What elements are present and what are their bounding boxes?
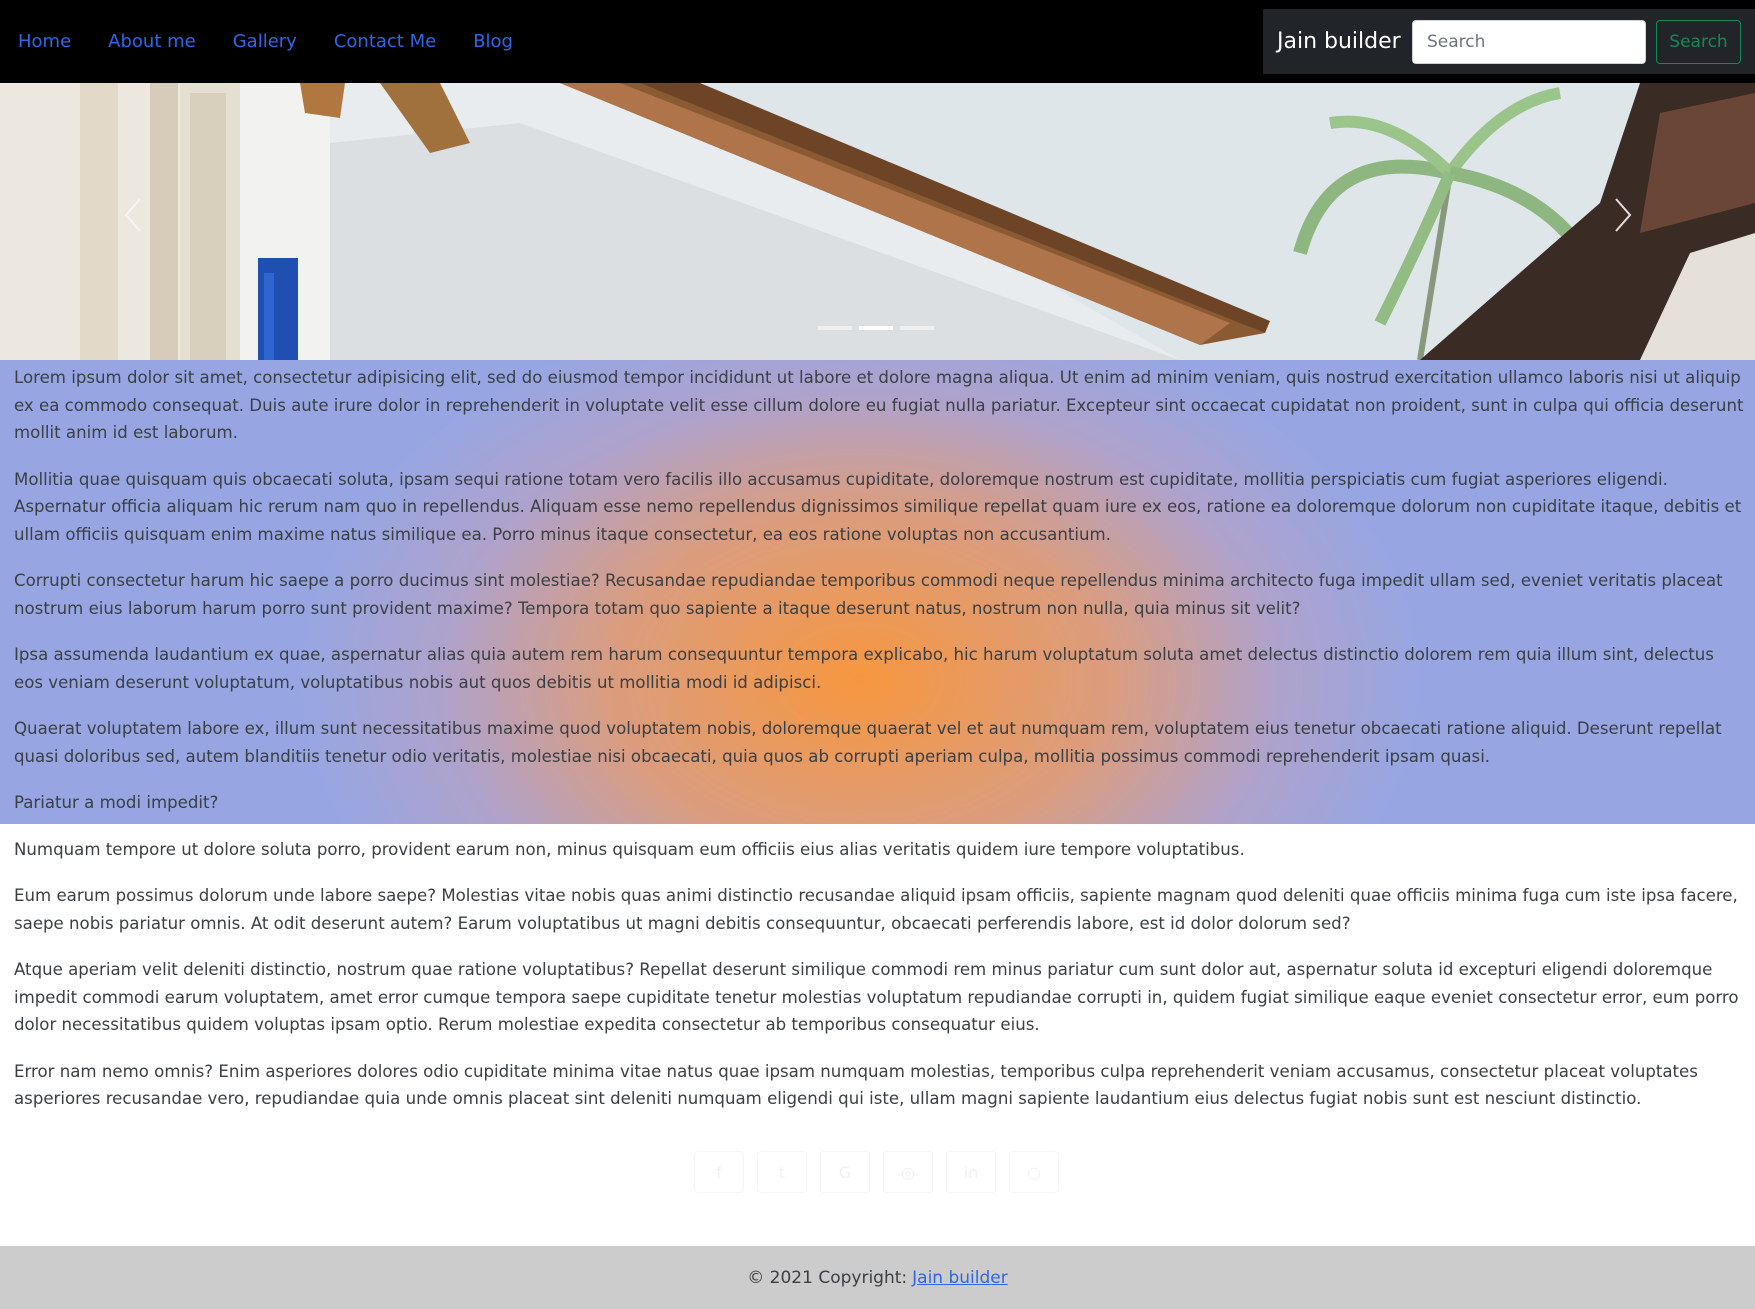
nav-link-home[interactable]: Home	[18, 31, 71, 52]
paragraph-2: Mollitia quae quisquam quis obcaecati so…	[14, 469, 1742, 544]
carousel-indicator-3[interactable]	[900, 326, 934, 330]
instagram-icon[interactable]: ◎	[883, 1151, 933, 1193]
chevron-left-icon	[124, 198, 141, 232]
social-links: f t G ◎ in ○	[694, 1151, 1072, 1193]
github-icon[interactable]: ○	[1009, 1151, 1059, 1193]
footer-link[interactable]: Jain builder	[912, 1268, 1008, 1288]
image-carousel	[0, 83, 1755, 360]
footer-copyright: © 2021 Copyright:	[747, 1267, 908, 1288]
paragraph-1: Lorem ipsum dolor sit amet, consectetur …	[14, 368, 1744, 442]
search-button[interactable]: Search	[1656, 20, 1741, 64]
paragraph-9: Atque aperiam velit deleniti distinctio,…	[14, 960, 1739, 1034]
nav-link-gallery[interactable]: Gallery	[233, 31, 297, 52]
brand-search-bar: Jain builder Search	[1263, 9, 1755, 74]
chevron-right-icon	[1615, 198, 1632, 232]
linkedin-icon[interactable]: in	[946, 1151, 996, 1193]
nav-link-about-me[interactable]: About me	[108, 31, 196, 52]
carousel-prev-button[interactable]	[112, 193, 156, 237]
carousel-next-button[interactable]	[1600, 193, 1644, 237]
paragraph-7: Numquam tempore ut dolore soluta porro, …	[14, 839, 1245, 859]
nav-link-contact-me[interactable]: Contact Me	[334, 31, 436, 52]
footer: © 2021 Copyright: Jain builder	[0, 1246, 1755, 1309]
search-input[interactable]	[1412, 20, 1646, 64]
top-navbar: Home About me Gallery Contact Me Blog Ja…	[0, 0, 1755, 83]
nav-link-blog[interactable]: Blog	[473, 31, 513, 52]
paragraph-8: Eum earum possimus dolorum unde labore s…	[14, 886, 1738, 933]
nav-links: Home About me Gallery Contact Me Blog	[18, 0, 550, 83]
paragraph-5: Quaerat voluptatem labore ex, illum sunt…	[14, 719, 1722, 766]
carousel-slide-image	[0, 83, 1755, 360]
twitter-icon[interactable]: t	[757, 1151, 807, 1193]
main-content: Lorem ipsum dolor sit amet, consectetur …	[14, 360, 1744, 1132]
paragraph-6: Pariatur a modi impedit?	[14, 793, 219, 812]
facebook-icon[interactable]: f	[694, 1151, 744, 1193]
brand-name[interactable]: Jain builder	[1277, 9, 1401, 74]
google-icon[interactable]: G	[820, 1151, 870, 1193]
paragraph-3: Corrupti consectetur harum hic saepe a p…	[14, 571, 1723, 618]
carousel-indicators	[818, 326, 941, 330]
carousel-indicator-1[interactable]	[818, 326, 852, 330]
carousel-indicator-2[interactable]	[859, 326, 893, 330]
paragraph-10: Error nam nemo omnis? Enim asperiores do…	[14, 1061, 1698, 1109]
paragraph-4: Ipsa assumenda laudantium ex quae, asper…	[14, 645, 1714, 692]
